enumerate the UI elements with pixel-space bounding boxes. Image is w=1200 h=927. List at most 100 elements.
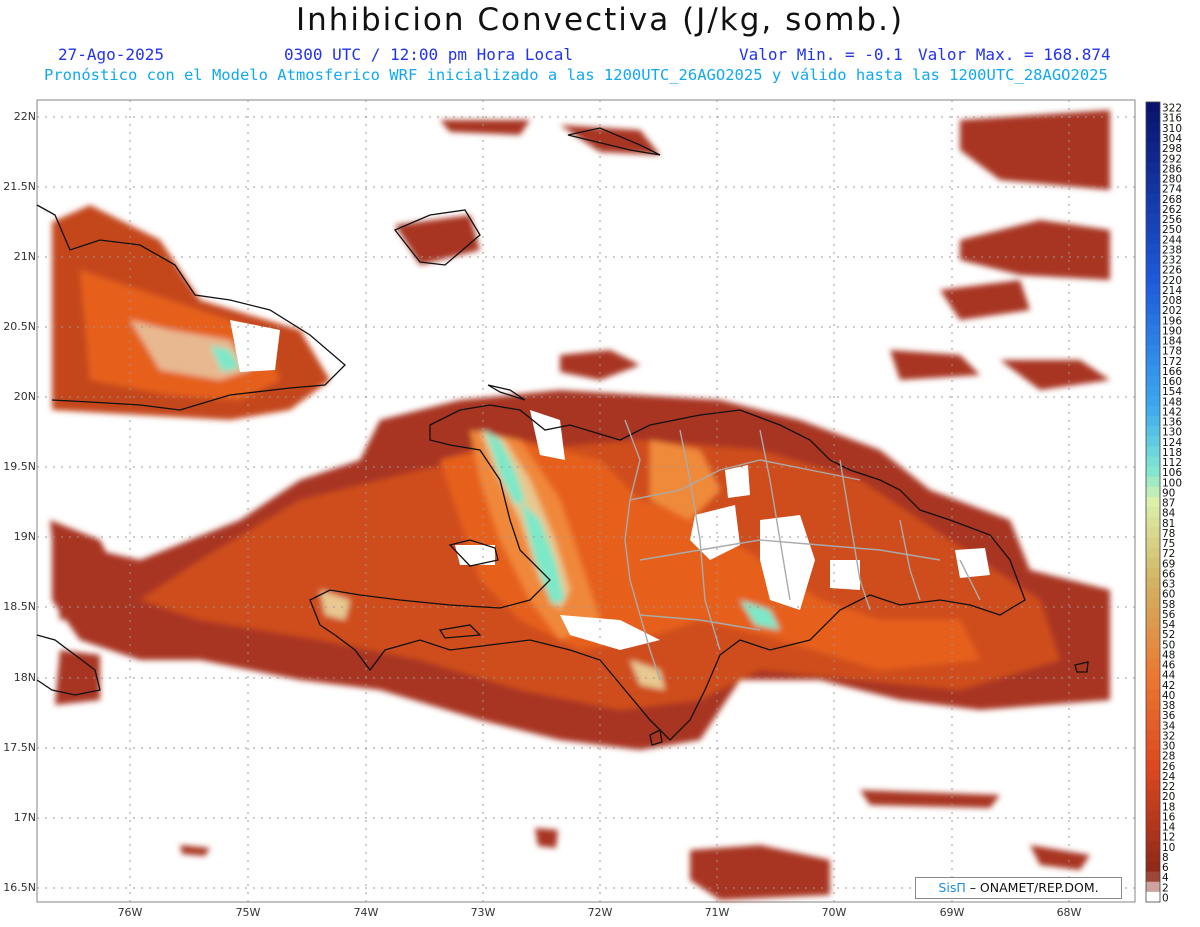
colorbar-swatch [1146, 334, 1160, 346]
colorbar-swatch [1146, 203, 1160, 214]
lat-label: 20.5N [3, 320, 36, 333]
colorbar-swatch [1146, 314, 1160, 326]
colorbar-swatch [1146, 324, 1160, 336]
lat-label: 17N [13, 811, 36, 824]
colorbar-swatch [1146, 375, 1160, 387]
lat-label: 19.5N [3, 460, 36, 473]
colorbar-swatch [1146, 790, 1160, 802]
lon-label: 71W [704, 906, 730, 919]
colorbar-swatch [1146, 689, 1160, 700]
credit-text: – ONAMET/REP.DOM. [965, 880, 1099, 895]
colorbar-swatch [1146, 719, 1160, 731]
colorbar-swatch [1146, 891, 1160, 903]
colorbar-swatch [1146, 193, 1160, 204]
colorbar-swatch [1146, 122, 1160, 133]
colorbar-swatch [1146, 365, 1160, 376]
colorbar-swatch [1146, 142, 1160, 154]
colorbar-swatch [1146, 233, 1160, 245]
lat-label: 22N [13, 110, 36, 123]
colorbar-swatch [1146, 820, 1160, 832]
colorbar-swatch [1146, 486, 1160, 498]
colorbar-swatch [1146, 669, 1160, 680]
lat-label: 20N [13, 390, 36, 403]
lat-label: 19N [13, 530, 36, 543]
colorbar-swatch [1146, 304, 1160, 316]
lat-label: 18.5N [3, 600, 36, 613]
colorbar-swatch [1146, 618, 1160, 630]
colorbar-swatch [1146, 577, 1160, 589]
colorbar-swatch [1146, 476, 1160, 488]
colorbar-swatch [1146, 446, 1160, 457]
colorbar-swatch [1146, 679, 1160, 690]
colorbar-swatch [1146, 355, 1160, 366]
colorbar-swatch [1146, 223, 1160, 235]
lon-label: 76W [117, 906, 143, 919]
colorbar-swatch [1146, 284, 1160, 295]
colorbar-swatch [1146, 405, 1160, 417]
lon-label: 68W [1056, 906, 1082, 919]
lat-label: 17.5N [3, 741, 36, 754]
colorbar-swatch [1146, 699, 1160, 711]
colorbar-swatch [1146, 709, 1160, 721]
colorbar-swatch [1146, 527, 1160, 538]
colorbar-swatch [1146, 831, 1160, 842]
colorbar-swatch [1146, 810, 1160, 822]
colorbar-swatch [1146, 274, 1160, 285]
colorbar: 3223163103042982922862802742682622562502… [1145, 101, 1182, 904]
colorbar-swatch [1146, 517, 1160, 528]
colorbar-swatch [1146, 648, 1160, 660]
colorbar-swatch [1146, 547, 1160, 559]
lat-label: 21N [13, 250, 36, 263]
colorbar-swatch [1146, 507, 1160, 518]
colorbar-swatch [1146, 415, 1160, 427]
colorbar-swatch [1146, 871, 1160, 883]
colorbar-swatch [1146, 750, 1160, 761]
colorbar-swatch [1146, 800, 1160, 812]
colorbar-swatch [1146, 598, 1160, 609]
colorbar-swatch [1146, 294, 1160, 306]
colorbar-swatch [1146, 608, 1160, 619]
colorbar-swatch [1146, 426, 1160, 437]
colorbar-swatch [1146, 496, 1160, 508]
colorbar-swatch [1146, 638, 1160, 650]
colorbar-swatch [1146, 253, 1160, 265]
lon-label: 74W [353, 906, 379, 919]
colorbar-swatch [1146, 172, 1160, 184]
colorbar-swatch [1146, 567, 1160, 579]
colorbar-swatch [1146, 466, 1160, 478]
colorbar-swatch [1146, 729, 1160, 741]
colorbar-swatch [1146, 537, 1160, 549]
colorbar-swatch [1146, 385, 1160, 397]
map-panel [36, 99, 1136, 903]
colorbar-swatch [1146, 264, 1160, 275]
colorbar-swatch [1146, 557, 1160, 569]
colorbar-label: 0 [1162, 892, 1169, 904]
sispi-logo: SisΠ [938, 880, 966, 895]
credit-box: SisΠ – ONAMET/REP.DOM. [915, 877, 1122, 899]
colorbar-swatch [1146, 739, 1160, 751]
lon-label: 75W [235, 906, 261, 919]
colorbar-swatch [1146, 658, 1160, 670]
colorbar-swatch [1146, 112, 1160, 123]
colorbar-swatch [1146, 851, 1160, 862]
colorbar-swatch [1146, 780, 1160, 792]
colorbar-swatch [1146, 588, 1160, 599]
colorbar-swatch [1146, 841, 1160, 852]
colorbar-swatch [1146, 243, 1160, 255]
lon-label: 72W [587, 906, 613, 919]
colorbar-swatch [1146, 345, 1160, 356]
colorbar-swatch [1146, 183, 1160, 194]
colorbar-swatch [1146, 213, 1160, 225]
colorbar-swatch [1146, 102, 1160, 113]
colorbar-swatch [1146, 456, 1160, 468]
colorbar-swatch [1146, 152, 1160, 164]
colorbar-swatch [1146, 436, 1160, 447]
colorbar-swatch [1146, 770, 1160, 781]
lat-label: 21.5N [3, 180, 36, 193]
colorbar-swatch [1146, 395, 1160, 407]
colorbar-swatch [1146, 881, 1160, 893]
lat-label: 16.5N [3, 881, 36, 894]
colorbar-swatch [1146, 628, 1160, 640]
lat-label: 18N [13, 671, 36, 684]
colorbar-swatch [1146, 162, 1160, 174]
